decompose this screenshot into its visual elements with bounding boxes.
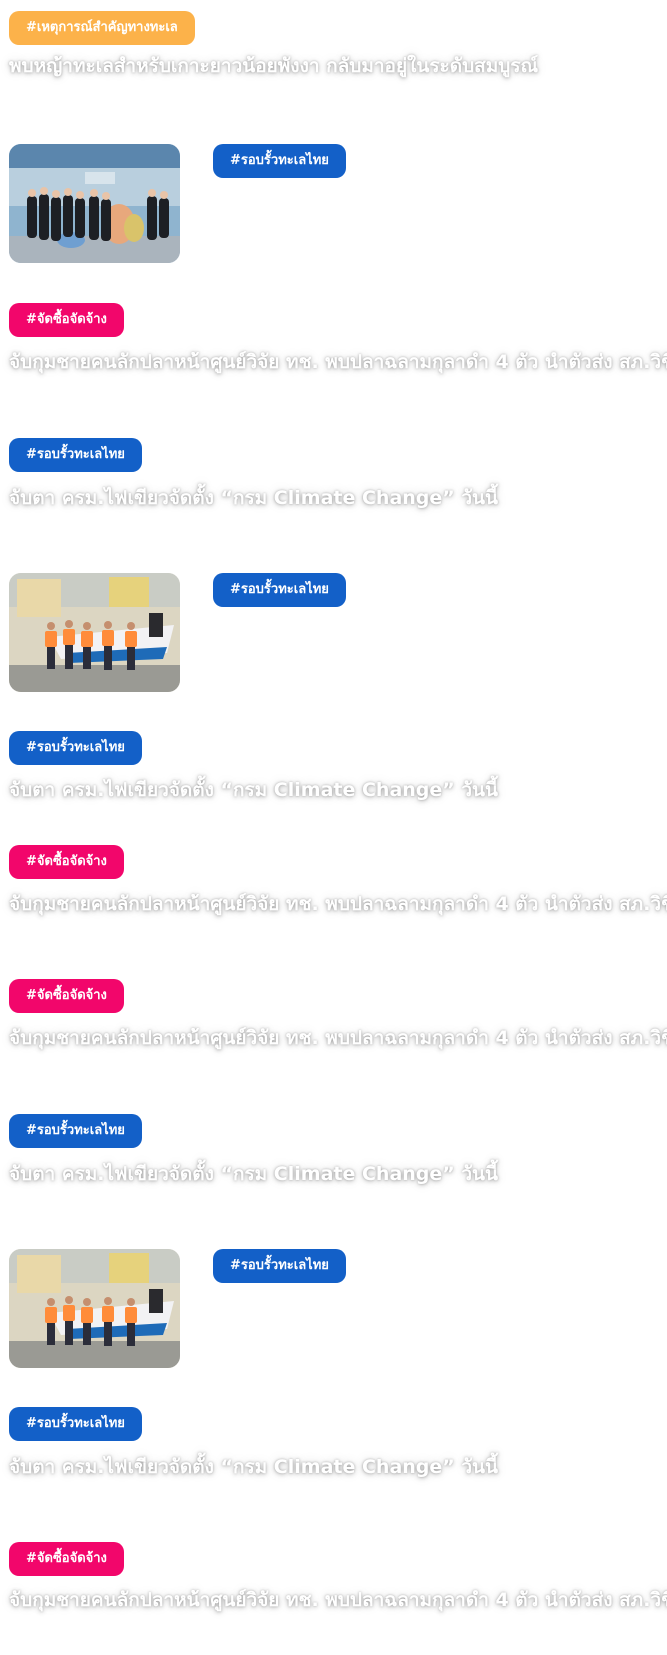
news-thumbnail[interactable] bbox=[9, 144, 180, 263]
news-headline[interactable]: จับตา ครม.ไฟเขียวจัดตั้ง “กรม Climate Ch… bbox=[9, 1159, 498, 1189]
news-item: #รอบรั้วทะเลไทย bbox=[9, 1407, 142, 1441]
news-item: #รอบรั้วทะเลไทย bbox=[213, 144, 346, 178]
group-photo bbox=[9, 144, 180, 263]
news-headline[interactable]: จับตา ครม.ไฟเขียวจัดตั้ง “กรม Climate Ch… bbox=[9, 483, 498, 513]
news-thumbnail[interactable] bbox=[9, 1249, 180, 1368]
category-tag[interactable]: #รอบรั้วทะเลไทย bbox=[9, 438, 142, 472]
category-tag[interactable]: #จัดซื้อจัดจ้าง bbox=[9, 303, 124, 337]
news-headline[interactable]: พบหญ้าทะเลสำหรับเกาะยาวน้อยพังงา กลับมาอ… bbox=[9, 51, 538, 81]
news-thumbnail[interactable] bbox=[9, 573, 180, 692]
news-headline[interactable]: จับตา ครม.ไฟเขียวจัดตั้ง “กรม Climate Ch… bbox=[9, 1452, 498, 1482]
category-tag[interactable]: #รอบรั้วทะเลไทย bbox=[213, 1249, 346, 1283]
news-item: #รอบรั้วทะเลไทย bbox=[9, 1114, 142, 1148]
category-tag[interactable]: #จัดซื้อจัดจ้าง bbox=[9, 979, 124, 1013]
news-headline[interactable]: จับกุมชายคนลักปลาหน้าศูนย์วิจัย ทช. พบปล… bbox=[9, 889, 667, 919]
category-tag[interactable]: #รอบรั้วทะเลไทย bbox=[9, 1114, 142, 1148]
category-tag[interactable]: #รอบรั้วทะเลไทย bbox=[9, 731, 142, 765]
news-item: #รอบรั้วทะเลไทย bbox=[9, 731, 142, 765]
news-headline[interactable]: จับตา ครม.ไฟเขียวจัดตั้ง “กรม Climate Ch… bbox=[9, 775, 498, 805]
news-item: #จัดซื้อจัดจ้าง bbox=[9, 979, 124, 1013]
news-item: #จัดซื้อจัดจ้าง bbox=[9, 1542, 124, 1576]
news-item: #รอบรั้วทะเลไทย bbox=[213, 1249, 346, 1283]
news-item: #รอบรั้วทะเลไทย bbox=[9, 438, 142, 472]
category-tag[interactable]: #รอบรั้วทะเลไทย bbox=[213, 573, 346, 607]
news-headline[interactable]: จับกุมชายคนลักปลาหน้าศูนย์วิจัย ทช. พบปล… bbox=[9, 1585, 667, 1615]
news-headline[interactable]: จับกุมชายคนลักปลาหน้าศูนย์วิจัย ทช. พบปล… bbox=[9, 347, 667, 377]
category-tag[interactable]: #จัดซื้อจัดจ้าง bbox=[9, 1542, 124, 1576]
team-boat-photo bbox=[9, 1249, 180, 1368]
category-tag[interactable]: #เหตุการณ์สำคัญทางทะเล bbox=[9, 11, 195, 45]
category-tag[interactable]: #รอบรั้วทะเลไทย bbox=[9, 1407, 142, 1441]
news-item: #รอบรั้วทะเลไทย bbox=[213, 573, 346, 607]
news-headline[interactable]: จับกุมชายคนลักปลาหน้าศูนย์วิจัย ทช. พบปล… bbox=[9, 1023, 667, 1053]
news-item: #เหตุการณ์สำคัญทางทะเล bbox=[9, 11, 195, 45]
team-boat-photo bbox=[9, 573, 180, 692]
category-tag[interactable]: #รอบรั้วทะเลไทย bbox=[213, 144, 346, 178]
category-tag[interactable]: #จัดซื้อจัดจ้าง bbox=[9, 845, 124, 879]
news-item: #จัดซื้อจัดจ้าง bbox=[9, 845, 124, 879]
news-item: #จัดซื้อจัดจ้าง bbox=[9, 303, 124, 337]
